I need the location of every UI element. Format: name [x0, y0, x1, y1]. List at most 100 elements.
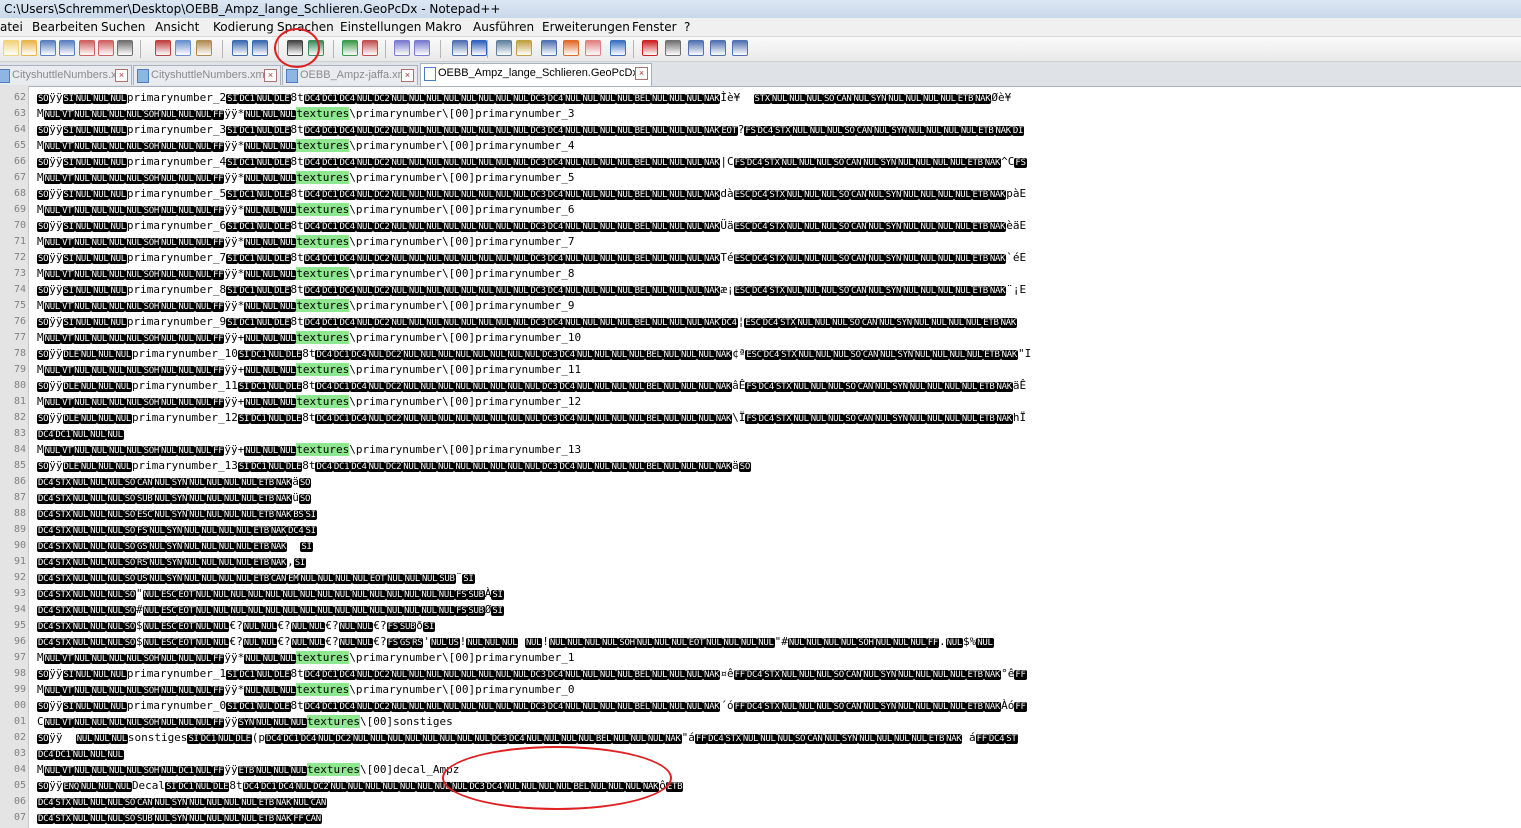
control-char: DC4 — [338, 702, 356, 712]
tab-1[interactable]: CityshuttleNumbers.xml × — [0, 65, 132, 85]
control-char: SI — [491, 606, 504, 616]
control-char: NUL — [73, 206, 91, 216]
save-all-icon[interactable] — [59, 40, 75, 56]
control-char: DLE — [273, 670, 291, 680]
control-char: NUL — [506, 414, 524, 424]
folder-icon[interactable] — [585, 40, 601, 56]
control-char: DLE — [273, 254, 291, 264]
cut-icon[interactable] — [155, 40, 171, 56]
control-char: DC4 — [287, 526, 305, 536]
play-multi-icon[interactable] — [710, 40, 726, 56]
control-char: NUL — [43, 334, 61, 344]
new-icon[interactable] — [3, 40, 19, 56]
code-line: MNUL VT NUL NUL NUL NUL SOH NUL NUL NUL FFÿÿ+NUL NU… — [37, 394, 581, 410]
menu-8[interactable]: Makro — [425, 20, 462, 34]
menu-10[interactable]: Erweiterungen — [542, 20, 630, 34]
control-char: NUL — [867, 190, 885, 200]
menu-9[interactable]: Ausführen — [473, 20, 534, 34]
control-char: DC3 — [529, 190, 547, 200]
control-char: NUL — [125, 110, 143, 120]
control-char: NUL — [290, 638, 309, 648]
menu-1[interactable]: atei — [0, 20, 23, 34]
menu-12[interactable]: ? — [684, 20, 690, 34]
control-char: NUL — [653, 638, 671, 648]
control-char: NUL — [780, 702, 798, 712]
menu-3[interactable]: Suchen — [101, 20, 145, 34]
text-run: ä — [292, 475, 299, 488]
save-icon[interactable] — [40, 40, 56, 56]
control-char: NUL — [815, 702, 833, 712]
paste-icon[interactable] — [196, 40, 212, 56]
close-icon[interactable] — [79, 40, 95, 56]
control-char: NUL — [566, 638, 584, 648]
close-all-icon[interactable] — [98, 40, 114, 56]
function-list-icon[interactable] — [563, 40, 579, 56]
control-char: SO — [37, 414, 50, 424]
tab-3[interactable]: OEBB_Ampz-jaffa.xml × — [282, 65, 418, 85]
control-char: NUL — [943, 382, 961, 392]
control-char: EM — [287, 574, 300, 584]
control-char: NUL — [71, 622, 90, 632]
menu-2[interactable]: Bearbeiten — [32, 20, 98, 34]
sync-v-icon[interactable] — [394, 40, 410, 56]
play-icon[interactable] — [688, 40, 704, 56]
zoom-out-icon[interactable] — [362, 40, 378, 56]
undo-icon[interactable] — [232, 40, 248, 56]
control-char: DC4 — [546, 190, 565, 200]
tab-2[interactable]: CityshuttleNumbers.xml × — [133, 65, 281, 85]
control-char: ETB — [927, 734, 946, 744]
editor-text-area[interactable]: SOÿÿSI NUL NUL NULprimarynumber_2SI DC1 NUL DL… — [30, 86, 1521, 828]
control-char: SI — [293, 558, 307, 568]
control-char: NUL — [205, 510, 223, 520]
stop-icon[interactable] — [665, 40, 681, 56]
control-char: NUL — [106, 494, 124, 504]
close-icon[interactable]: × — [401, 69, 414, 82]
menu-7[interactable]: Einstellungen — [340, 20, 421, 34]
control-char: NUL — [512, 222, 530, 232]
control-char: NUL — [494, 126, 513, 136]
control-char: NUL — [73, 446, 91, 456]
control-char: SOH — [142, 270, 161, 280]
tab-4[interactable]: OEBB_Ampz_lange_Schlieren.GeoPcDx × — [420, 63, 652, 86]
replace-icon[interactable] — [308, 40, 324, 56]
menu-4[interactable]: Ansicht — [155, 20, 199, 34]
line-number: 79 — [13, 364, 26, 375]
control-char: NUL — [796, 318, 814, 328]
close-icon[interactable]: × — [264, 69, 277, 82]
sync-h-icon[interactable] — [414, 40, 430, 56]
open-icon[interactable] — [21, 40, 37, 56]
menu-6[interactable]: Sprachen — [277, 20, 334, 34]
control-char: SO — [123, 478, 137, 488]
control-char: NAK — [714, 382, 733, 392]
menu-11[interactable]: Fenster — [632, 20, 677, 34]
zoom-in-icon[interactable] — [342, 40, 358, 56]
doc-map-icon[interactable] — [541, 40, 557, 56]
udl-icon[interactable] — [516, 40, 532, 56]
control-char: NUL — [564, 126, 582, 136]
monitor-icon[interactable] — [610, 40, 626, 56]
control-char: DC1 — [177, 782, 195, 792]
control-char: NUL — [959, 126, 978, 136]
control-char: NUL — [965, 350, 984, 360]
control-char: NUL — [188, 494, 206, 504]
record-icon[interactable] — [642, 40, 658, 56]
control-char: NUL — [114, 414, 132, 424]
print-icon[interactable] — [117, 40, 133, 56]
control-char: NAK — [1000, 350, 1018, 360]
copy-icon[interactable] — [175, 40, 191, 56]
close-icon[interactable]: × — [635, 67, 648, 80]
redo-icon[interactable] — [252, 40, 268, 56]
save-macro-icon[interactable] — [732, 40, 748, 56]
menu-5[interactable]: Kodierung — [213, 20, 274, 34]
all-chars-icon[interactable] — [471, 40, 487, 56]
control-char: NUL — [177, 334, 195, 344]
find-icon[interactable] — [287, 40, 303, 56]
control-char: DC3 — [529, 222, 547, 232]
control-char: ETB — [257, 814, 275, 824]
control-char: NUL — [791, 126, 809, 136]
close-icon[interactable]: × — [115, 69, 128, 82]
wrap-icon[interactable] — [452, 40, 468, 56]
text-run: ÿÿ — [224, 763, 238, 776]
indent-guide-icon[interactable] — [496, 40, 512, 56]
control-char: ETB — [665, 782, 684, 792]
